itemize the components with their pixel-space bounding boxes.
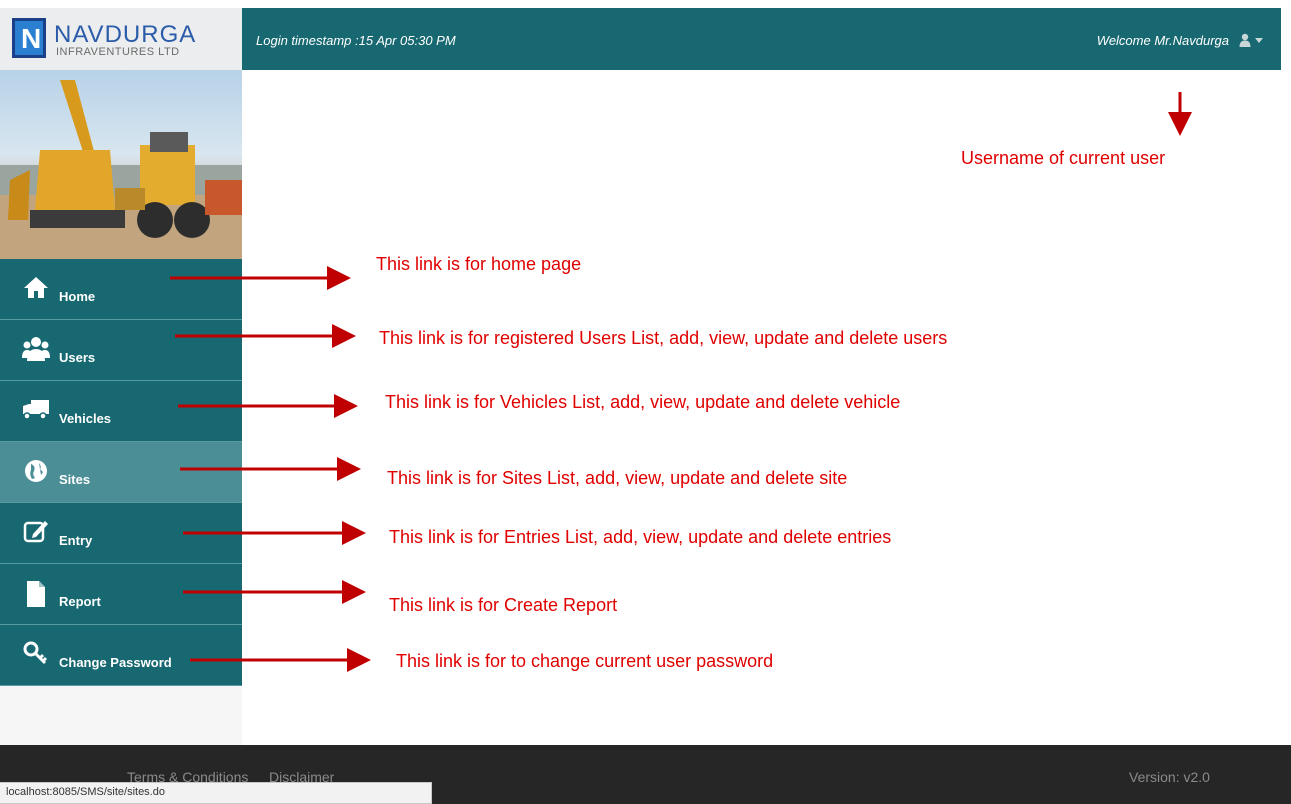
annotation-change-password: This link is for to change current user … (396, 651, 774, 671)
annotation-home: This link is for home page (376, 254, 582, 274)
annotation-report: This link is for Create Report (389, 595, 618, 615)
annotation-users: This link is for registered Users List, … (379, 328, 948, 348)
annotation-arrows (170, 92, 1192, 672)
annotation-sites: This link is for Sites List, add, view, … (387, 468, 848, 488)
browser-status-url: localhost:8085/SMS/site/sites.do (0, 782, 432, 804)
annotation-vehicles: This link is for Vehicles List, add, vie… (385, 392, 901, 412)
annotation-username: Username of current user (961, 148, 1166, 168)
annotation-entry: This link is for Entries List, add, view… (389, 527, 892, 547)
version-label: Version: v2.0 (1129, 769, 1210, 785)
